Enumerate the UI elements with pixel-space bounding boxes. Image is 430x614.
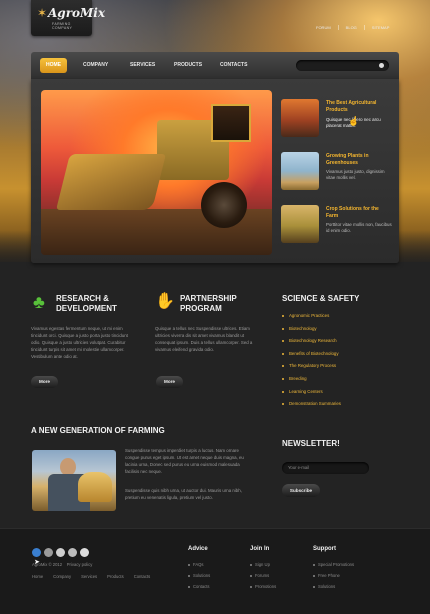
footer-nav: Home Company Services Products Contacts	[32, 574, 150, 579]
partnership-more-button[interactable]: More	[156, 376, 183, 388]
thumb-3-text: Porttitor vitae mollis non, faucibus id …	[326, 222, 392, 233]
subscribe-button[interactable]: Subscribe	[282, 484, 320, 497]
farmer-image	[32, 450, 116, 511]
thumb-2-title[interactable]: Growing Plants in Greenhouses	[326, 153, 392, 167]
main-nav: HOME COMPANY SERVICES PRODUCTS CONTACTS	[31, 52, 399, 79]
footer-col-support: Special Promotions Free Phone Solutions	[313, 562, 354, 595]
loader-wheel	[201, 182, 247, 228]
thumb-3-title[interactable]: Crop Solutions for the Farm	[326, 206, 392, 220]
science-link[interactable]: The Regulatory Process	[282, 363, 341, 376]
email-field[interactable]: Your e-mail	[282, 462, 369, 474]
newsletter-title: NEWSLETTER!	[282, 439, 340, 448]
footer-nav-company[interactable]: Company	[53, 574, 71, 579]
search-input[interactable]	[296, 60, 389, 71]
footer-nav-home[interactable]: Home	[32, 574, 43, 579]
footer-link[interactable]: Contacts	[188, 584, 210, 595]
thumb-1-title[interactable]: The Best Agricultural Products	[326, 100, 392, 114]
social-icon[interactable]	[32, 548, 41, 557]
footer-nav-products[interactable]: Products	[107, 574, 124, 579]
footer-link[interactable]: FAQs	[188, 562, 210, 573]
partnership-title-line2: PROGRAM	[180, 304, 222, 313]
slider-thumb-2[interactable]	[281, 152, 319, 190]
clover-icon: ♣	[33, 292, 45, 312]
social-icon[interactable]	[44, 548, 53, 557]
wheat-bundle	[78, 472, 112, 502]
footer-col-join-title: Join In	[250, 546, 270, 552]
nav-item-services[interactable]: SERVICES	[130, 58, 155, 73]
privacy-link[interactable]: Privacy policy	[67, 562, 93, 567]
social-icon[interactable]	[68, 548, 77, 557]
research-more-button[interactable]: More	[31, 376, 58, 388]
research-title-line2: DEVELOPMENT	[56, 304, 117, 313]
footer	[0, 528, 430, 614]
nav-item-contacts[interactable]: CONTACTS	[220, 58, 247, 73]
thumb-2-text: Vivamus justo justo, dignissim vitae mol…	[326, 169, 385, 180]
partnership-body: Quisque a tellus nec Suspendisse ultrice…	[155, 326, 253, 352]
research-body: Vivamus egestas fermentum neque, ut mi e…	[31, 326, 128, 359]
footer-link[interactable]: Special Promotions	[313, 562, 354, 573]
logo-title: AgroMix	[48, 6, 106, 20]
footer-link[interactable]: Free Phone	[313, 573, 354, 584]
social-icon[interactable]	[56, 548, 65, 557]
science-link[interactable]: Benefits of Biotechnology	[282, 351, 341, 364]
research-title-line1: RESEARCH &	[56, 294, 109, 303]
hand-cursor-icon: ☝	[348, 116, 360, 126]
top-link-sitemap[interactable]: SITEMAP	[365, 25, 390, 30]
science-link[interactable]: Demonstration Summaries	[282, 401, 341, 414]
footer-col-join: Sign Up Forums Promotions	[250, 562, 276, 595]
logo-subtitle: FARMING COMPANY	[52, 22, 73, 30]
footer-link[interactable]: Sign Up	[250, 562, 276, 573]
top-links: FORUM BLOG SITEMAP	[316, 25, 389, 30]
slider-thumb-1[interactable]	[281, 99, 319, 137]
generation-title: A NEW GENERATION OF FARMING	[31, 426, 165, 435]
copyright-text: AgroMix © 2012	[32, 562, 63, 567]
partnership-title-line1: PARTNERSHIP	[180, 294, 237, 303]
footer-nav-contacts[interactable]: Contacts	[134, 574, 151, 579]
nav-item-home[interactable]: HOME	[40, 58, 67, 73]
copyright: AgroMix © 2012 Privacy policy	[32, 562, 92, 567]
science-link[interactable]: Learning Centers	[282, 389, 341, 402]
social-icons	[32, 548, 89, 557]
social-icon[interactable]	[80, 548, 89, 557]
science-link[interactable]: Agronomic Practices	[282, 313, 341, 326]
generation-paragraph-1: Suspendisse tempus imperdiet turpis a lu…	[125, 448, 244, 474]
loader-bucket	[56, 154, 166, 210]
science-link[interactable]: Breeding	[282, 376, 341, 389]
science-link[interactable]: Biotechnology	[282, 326, 341, 339]
logo[interactable]: ✶ AgroMix FARMING COMPANY	[31, 0, 105, 36]
wheat-logo-icon: ✶	[36, 6, 48, 20]
search-icon[interactable]	[379, 63, 384, 68]
footer-link[interactable]: Solutions	[313, 584, 354, 595]
top-link-blog[interactable]: BLOG	[339, 25, 365, 30]
footer-link[interactable]: Solutions	[188, 573, 210, 584]
science-title: SCIENCE & SAFETY	[282, 294, 360, 303]
handshake-icon: ✋	[155, 293, 175, 310]
nav-item-company[interactable]: COMPANY	[83, 58, 108, 73]
footer-col-support-title: Support	[313, 546, 336, 552]
footer-col-advice-title: Advice	[188, 546, 208, 552]
slider-main-image[interactable]	[41, 90, 272, 255]
footer-nav-services[interactable]: Services	[81, 574, 97, 579]
footer-col-advice: FAQs Solutions Contacts	[188, 562, 210, 595]
top-link-forum[interactable]: FORUM	[316, 25, 339, 30]
nav-item-products[interactable]: PRODUCTS	[174, 58, 202, 73]
science-link[interactable]: Biotechnology Research	[282, 338, 341, 351]
slider-thumb-3[interactable]	[281, 205, 319, 243]
loader-cab	[211, 104, 251, 142]
footer-link[interactable]: Promotions	[250, 584, 276, 595]
science-list: Agronomic Practices Biotechnology Biotec…	[282, 313, 341, 414]
footer-link[interactable]: Forums	[250, 573, 276, 584]
generation-paragraph-2: Suspendisse quis nibh urna, ut auctor du…	[125, 488, 242, 500]
slider-panel: The Best Agricultural Products Quisque n…	[31, 79, 399, 263]
